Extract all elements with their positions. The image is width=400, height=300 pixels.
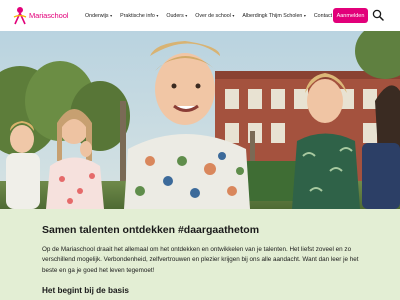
- intro-paragraph: Op de Mariaschool draait het allemaal om…: [42, 246, 359, 274]
- nav-item-over-de-school[interactable]: Over de school ▾: [195, 13, 234, 19]
- chevron-down-icon: ▾: [185, 13, 188, 18]
- hero-image: [0, 31, 400, 209]
- nav-item-label: Ouders: [166, 12, 184, 19]
- nav-item-praktische-info[interactable]: Praktische info ▾: [120, 13, 158, 19]
- nav-item-label: Onderwijs: [85, 12, 109, 19]
- nav-item-onderwijs[interactable]: Onderwijs ▾: [85, 13, 112, 19]
- chevron-down-icon: ▾: [303, 13, 306, 18]
- section-subheading: Het begint bij de basis: [42, 286, 129, 295]
- nav-item-label: Alberdingk Thijm Scholen: [242, 12, 303, 19]
- nav-item-contact[interactable]: Contact: [314, 13, 332, 19]
- nav-item-ouders[interactable]: Ouders ▾: [166, 13, 187, 19]
- aanmelden-button[interactable]: Aanmelden: [333, 8, 368, 23]
- nav-item-label: Over de school: [195, 12, 231, 19]
- nav-item-label: Praktische info: [120, 12, 155, 19]
- hero-photo-illustration: [0, 31, 400, 209]
- site-logo[interactable]: Mariaschool: [12, 4, 72, 26]
- search-icon[interactable]: [372, 9, 384, 21]
- logo-text: Mariaschool: [29, 10, 69, 20]
- chevron-down-icon: ▾: [110, 13, 113, 18]
- chevron-down-icon: ▾: [232, 13, 235, 18]
- nav-item-alberdingk-thijm-scholen[interactable]: Alberdingk Thijm Scholen ▾: [242, 13, 305, 19]
- site-header: Mariaschool Onderwijs ▾ Praktische info …: [0, 0, 400, 31]
- intro-headline: Samen talenten ontdekken #daargaathetom: [42, 224, 260, 236]
- main-nav: Onderwijs ▾ Praktische info ▾ Ouders ▾ O…: [85, 11, 332, 20]
- chevron-down-icon: ▾: [156, 13, 159, 18]
- logo-mark-icon: [13, 7, 27, 25]
- nav-item-label: Contact: [313, 12, 333, 19]
